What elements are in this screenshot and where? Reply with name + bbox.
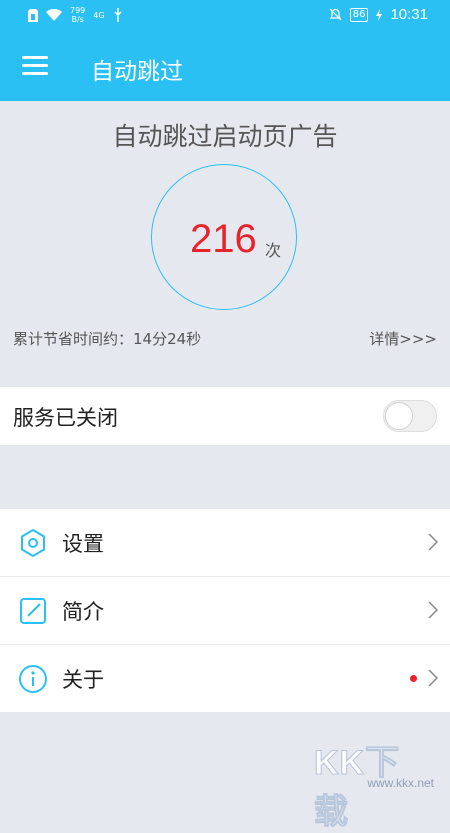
menu-item-settings[interactable]: 设置: [0, 509, 450, 577]
mute-bell-icon: [329, 8, 342, 21]
wifi-icon: [46, 9, 62, 21]
signal-label: 4G: [93, 10, 105, 20]
charging-icon: [376, 8, 383, 21]
menu-item-about[interactable]: 关于: [0, 645, 450, 712]
battery-indicator: 86: [349, 7, 369, 22]
details-link[interactable]: 详情>>>: [369, 328, 437, 349]
chevron-right-icon: [428, 669, 438, 687]
app-bar: 799 B/s 4G 86 10:31 自动跳过: [0, 0, 450, 101]
count-unit: 次: [265, 241, 282, 260]
info-icon: [19, 665, 47, 693]
hexagon-settings-icon: [21, 528, 45, 558]
menu-item-label: 关于: [62, 668, 104, 692]
edit-icon: [20, 598, 46, 624]
service-status-label: 服务已关闭: [13, 406, 118, 430]
watermark-url: www.kkx.net: [367, 776, 434, 790]
menu-list: 设置 简介 关于: [0, 509, 450, 712]
status-bar: 799 B/s 4G 86 10:31: [0, 0, 450, 32]
saved-time-text: 累计节省时间约：14分24秒: [13, 330, 202, 348]
app-title: 自动跳过: [91, 59, 183, 85]
sim-icon: [28, 8, 38, 22]
net-speed: 799 B/s: [70, 6, 86, 24]
chevron-right-icon: [428, 533, 438, 551]
menu-item-label: 简介: [62, 600, 104, 624]
service-toggle[interactable]: [383, 400, 437, 432]
menu-item-label: 设置: [62, 532, 104, 556]
page-headline: 自动跳过启动页广告: [112, 122, 338, 151]
service-toggle-row[interactable]: 服务已关闭: [0, 387, 450, 445]
hamburger-menu-icon[interactable]: [22, 56, 48, 76]
notification-dot: [410, 675, 417, 682]
chevron-right-icon: [428, 601, 438, 619]
watermark: KK下载 www.kkx.net: [314, 730, 444, 832]
menu-item-intro[interactable]: 简介: [0, 577, 450, 645]
usb-icon: [114, 8, 122, 22]
toggle-knob: [385, 402, 413, 430]
status-time: 10:31: [390, 6, 428, 23]
skip-count: 216: [190, 217, 257, 261]
